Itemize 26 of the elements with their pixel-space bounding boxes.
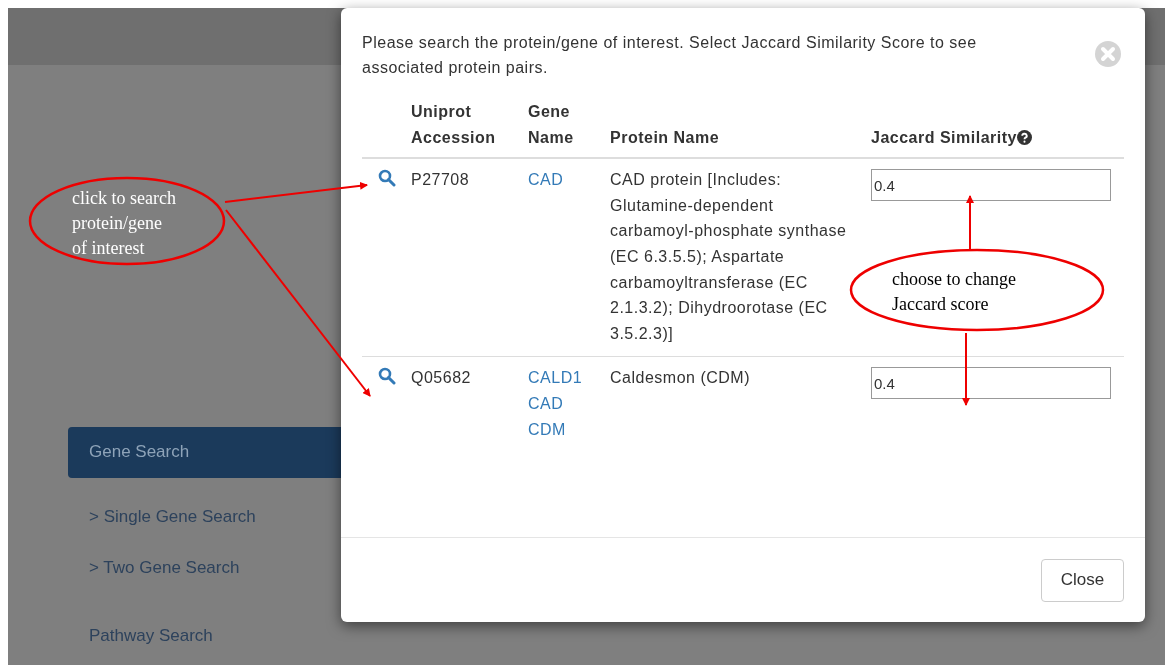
gene-link[interactable]: CDM [528,416,566,443]
gene-link[interactable]: CAD [528,167,564,193]
nav-item[interactable]: > Single Gene Search [68,492,341,543]
annotation-text: click to search protein/gene of interest [72,187,176,260]
search-icon[interactable] [378,169,396,188]
help-icon[interactable] [1016,129,1032,145]
protein-name: Caldesmon (CDM) [610,369,750,387]
search-icon[interactable] [378,367,396,386]
close-button[interactable]: Close [1041,558,1124,602]
accession-text: P27708 [411,171,470,189]
accession-text: Q05682 [411,369,471,387]
jaccard-input[interactable]: 0.4 [871,169,1111,202]
nav-item[interactable]: Pathway Search [68,611,341,662]
column-header: Protein Name [610,128,720,146]
gene-link[interactable]: CAD [528,390,564,417]
column-header: Uniprot Accession [411,103,496,146]
nav-item[interactable]: Gene Search [68,427,341,478]
jaccard-input[interactable]: 0.4 [871,367,1111,400]
gene-link[interactable]: CALD1 [528,365,583,391]
modal-message: Please search the protein/gene of interest. Select Jaccard Similarity Score to see associated protein pairs. [362,33,978,78]
annotation-text: choose to change Jaccard score [892,268,1016,316]
column-header: Gene Name [528,103,574,146]
protein-name: CAD protein [Includes: Glutamine-dependent carbamoyl-phosphate synthase (EC 6.3.5.5); Aspartate carbamoyltransferase (EC 2.1.3.2); Dihydroorotase (EC 3.5.2.3)] [610,171,847,342]
arrow [966,195,974,250]
nav-item[interactable]: > Two Gene Search [68,543,341,594]
column-header: Jaccard Similarity [871,128,1032,146]
